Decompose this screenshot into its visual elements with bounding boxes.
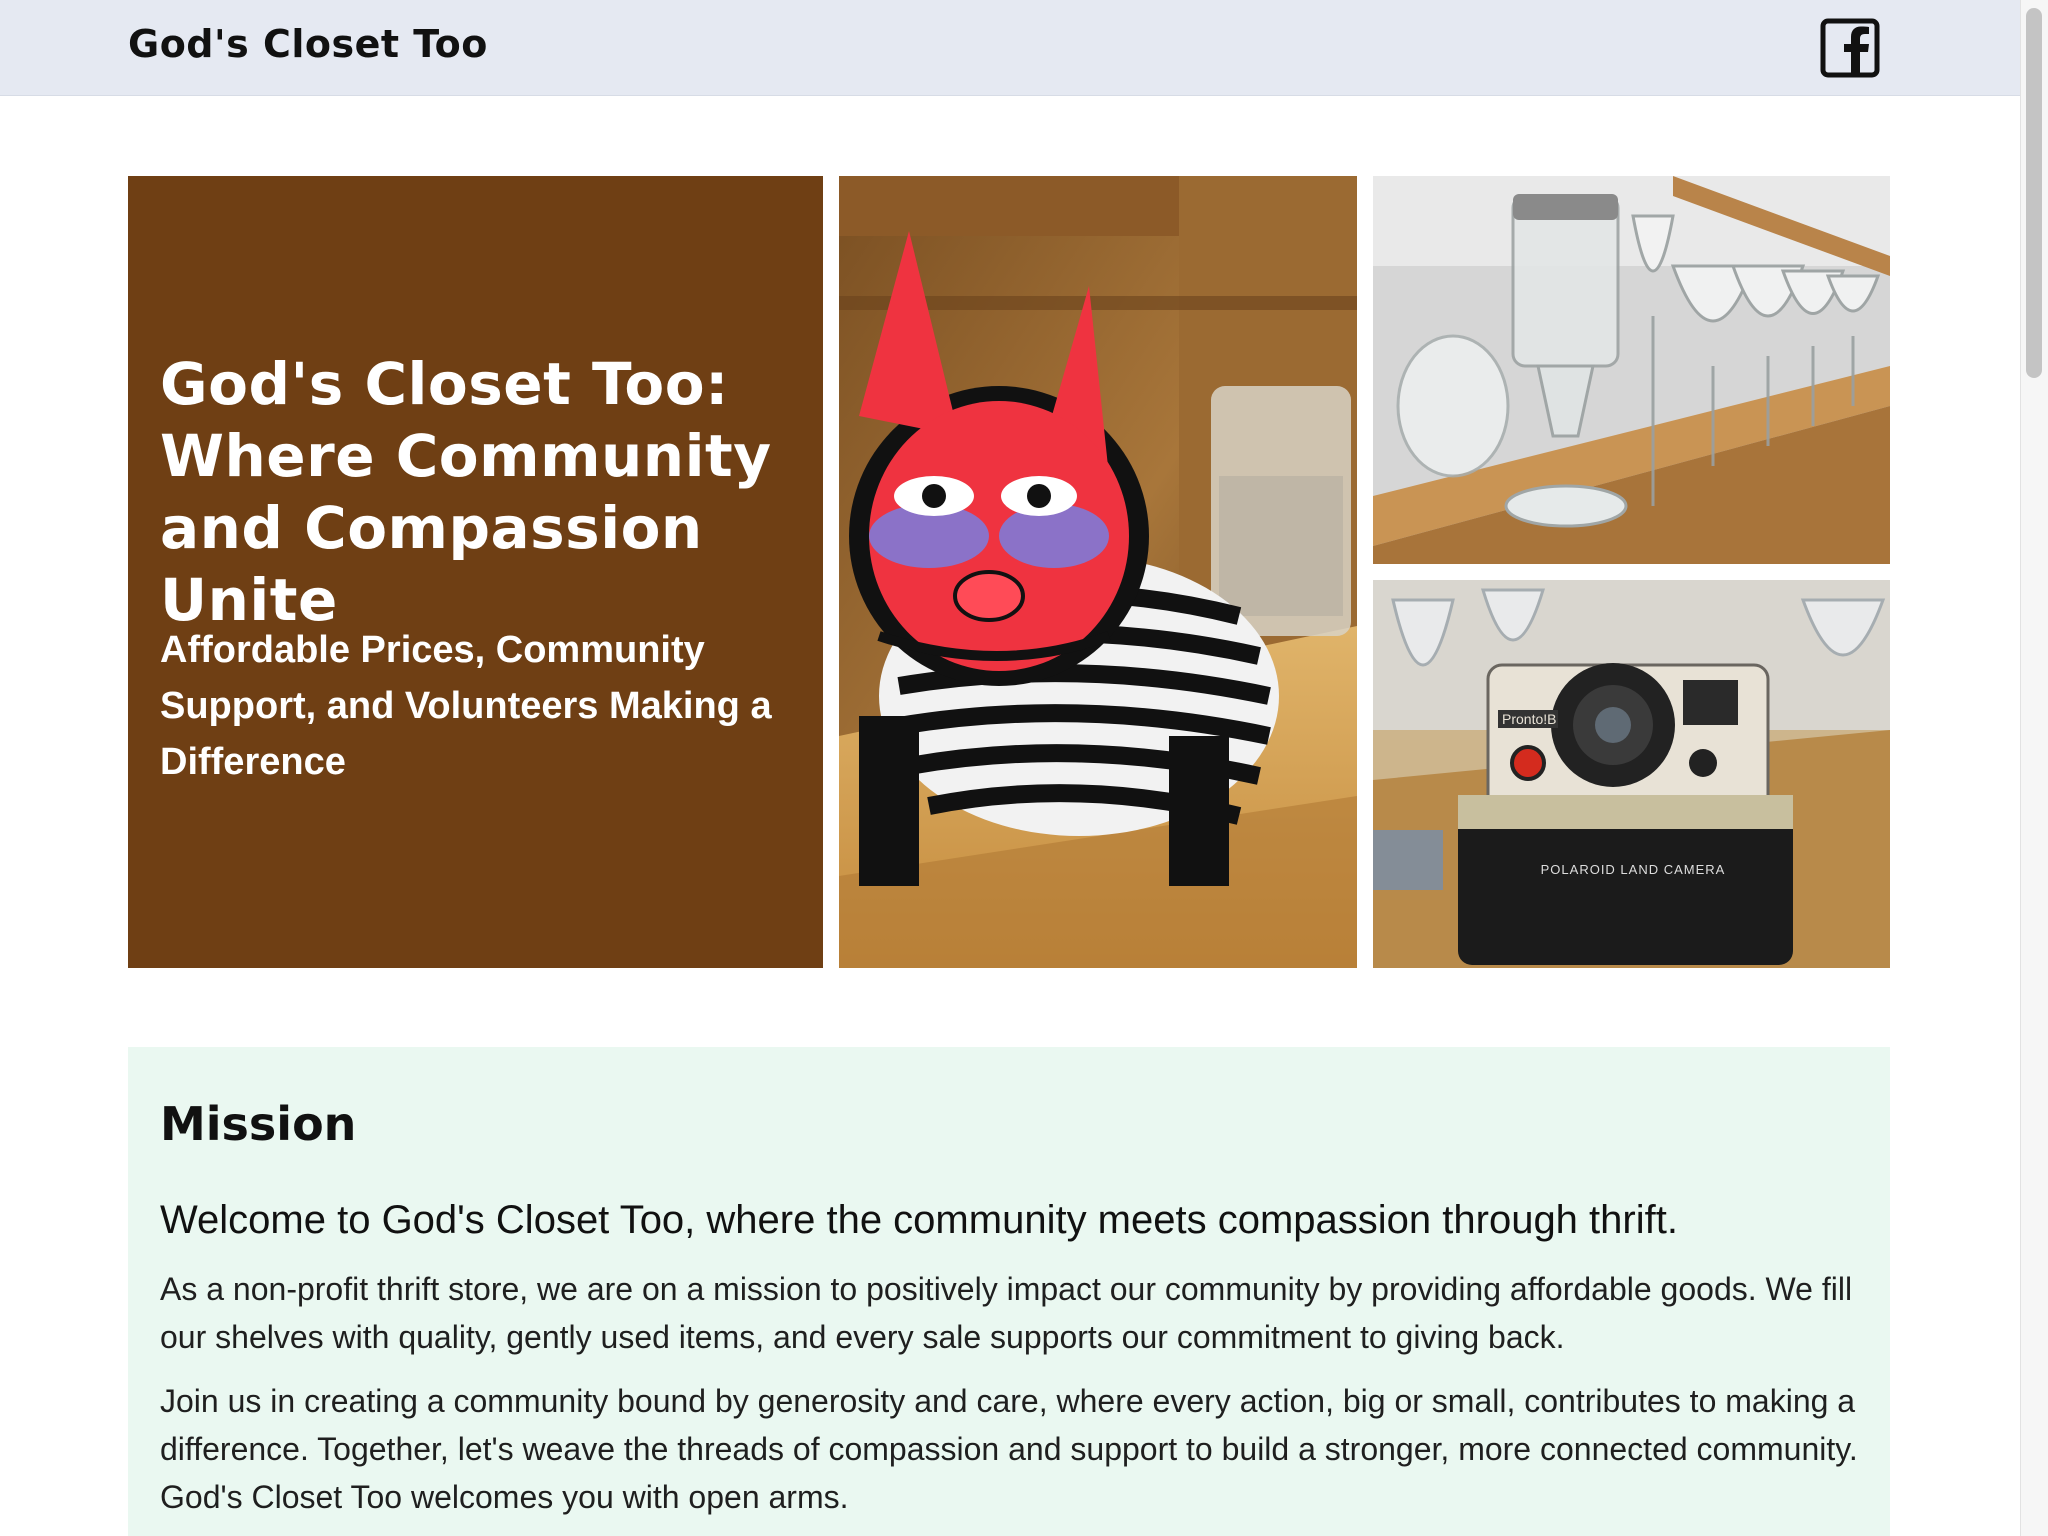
facebook-icon[interactable] (1820, 18, 1880, 78)
mission-paragraph-2: Join us in creating a community bound by… (160, 1383, 1858, 1515)
polaroid-camera-photo: Pronto!B POLAROID LAND CAMERA (1373, 580, 1890, 968)
hero-subtitle: Affordable Prices, Community Support, an… (160, 629, 772, 783)
glassware-shelf-photo (1373, 176, 1890, 564)
striped-cat-figurine-photo (839, 176, 1357, 968)
mission-section: Mission Welcome to God's Closet Too, whe… (128, 1047, 1890, 1536)
svg-text:Pronto!B: Pronto!B (1502, 711, 1556, 727)
svg-text:POLAROID LAND CAMERA: POLAROID LAND CAMERA (1541, 862, 1726, 877)
hero-text-panel: God's Closet Too: Where Community and Co… (128, 176, 823, 968)
site-header: God's Closet Too (0, 0, 2020, 96)
hero-title: God's Closet Too: Where Community and Co… (160, 350, 772, 634)
mission-heading: Mission (160, 1097, 357, 1151)
mission-paragraph-1: As a non-profit thrift store, we are on … (160, 1271, 1853, 1355)
mission-lead: Welcome to God's Closet Too, where the c… (160, 1198, 1678, 1242)
site-brand[interactable]: God's Closet Too (128, 22, 488, 66)
scrollbar-thumb[interactable] (2026, 8, 2042, 378)
